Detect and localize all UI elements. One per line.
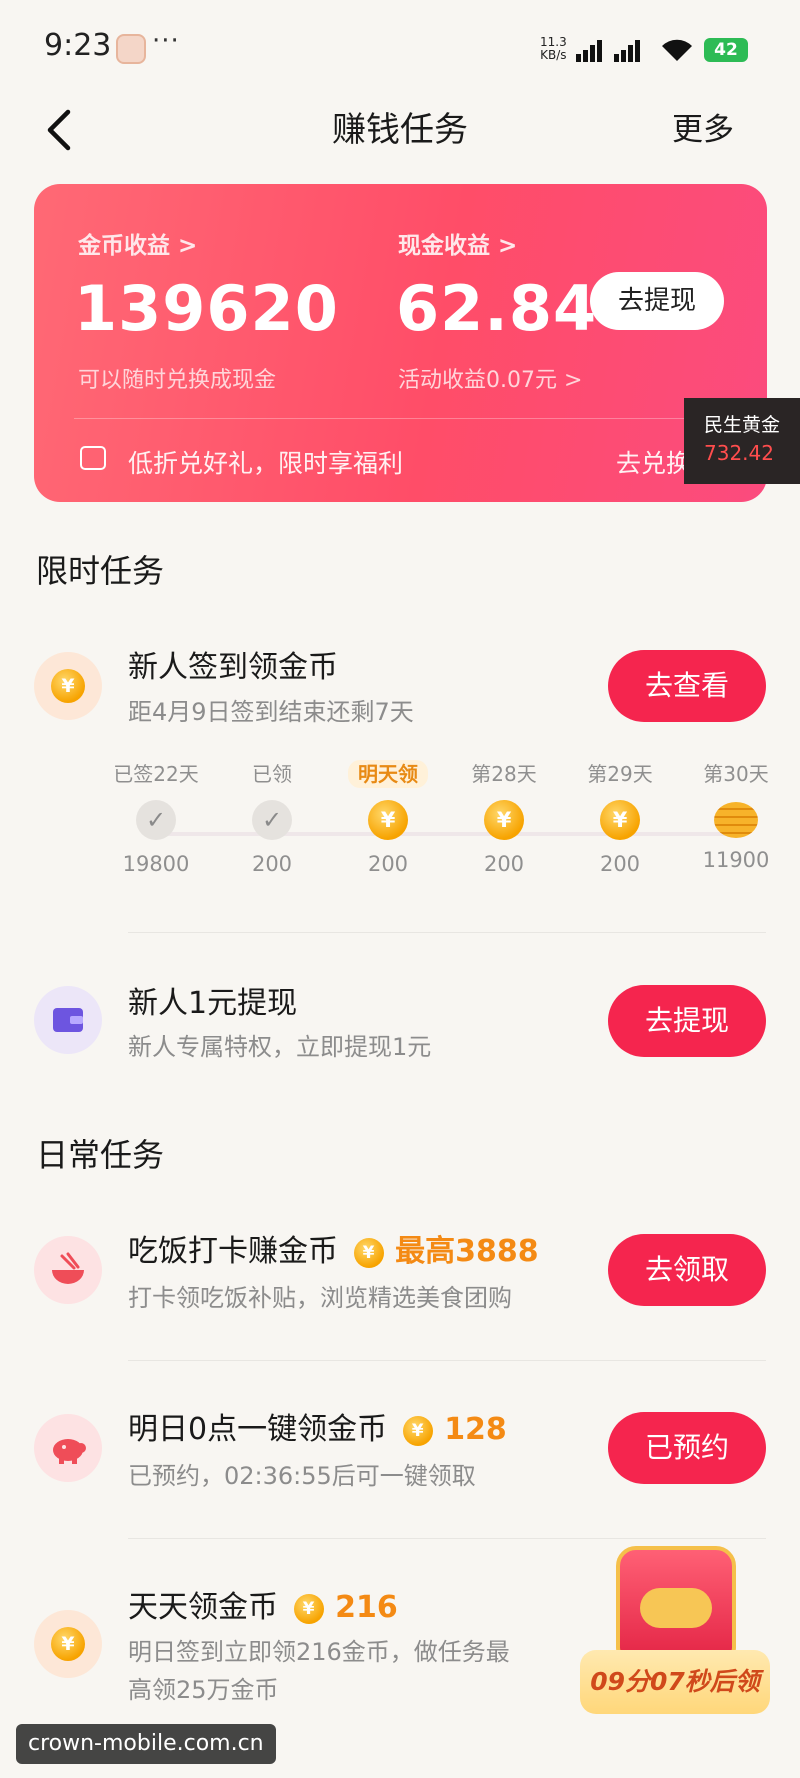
checkin-day-3: 明天领 ¥ 200 [328,760,448,876]
gold-value: 732.42 [704,441,774,465]
coin-stack-icon [714,802,758,838]
reserved-button[interactable]: 已预约 [608,1412,766,1484]
tomorrow-tag: 明天领 [348,760,428,788]
day-reward: 19800 [122,852,190,876]
daily-tasks-heading: 日常任务 [36,1136,165,1174]
day-reward: 11900 [702,848,770,872]
meal-task-title: 吃饭打卡赚金币 ¥ 最高3888 [128,1226,539,1270]
wifi-icon [662,39,692,61]
network-speed-unit: KB/s [540,48,567,62]
day-label: 已签22天 [113,762,199,786]
meal-task-icon [34,1236,102,1304]
coin-icon: ¥ [600,800,640,840]
treasure-chest-widget[interactable]: 09分07秒后领 [580,1546,770,1731]
coin-icon: ¥ [353,1238,384,1268]
signal-icon-2 [614,38,640,62]
card-divider [74,418,727,419]
day-label: 第28天 [471,762,537,786]
coin-icon: ¥ [368,800,408,840]
network-speed: 11.3 KB/s [540,36,567,62]
view-checkin-button[interactable]: 去查看 [608,650,766,722]
row-divider [128,1538,766,1539]
app-notification-icon [116,34,146,64]
activity-earnings-link[interactable]: 活动收益0.07元 > [398,362,582,394]
piggy-bank-icon [53,1439,86,1464]
watermark: crown-mobile.com.cn [16,1724,276,1764]
limited-tasks-heading: 限时任务 [36,552,165,590]
newbie-withdraw-button[interactable]: 去提现 [608,985,766,1057]
reserve-task-title: 明日0点一键领金币 ¥ 128 [128,1404,507,1448]
reserve-task-reward: 128 [444,1412,507,1447]
day-reward: 200 [483,852,525,876]
coin-icon: ¥ [402,1416,433,1446]
withdraw-button[interactable]: 去提现 [590,272,724,330]
wallet-icon [53,1008,83,1032]
promo-text: 低折兑好礼，限时享福利 [128,449,404,478]
treasure-chest-band [640,1588,712,1628]
newbie-withdraw-subtitle: 新人专属特权，立即提现1元 [128,1033,432,1061]
daily-coin-task-title: 天天领金币 ¥ 216 [128,1582,398,1626]
status-bar: 9:23 ··· 11.3 KB/s 42 [0,0,800,100]
meal-task-title-text: 吃饭打卡赚金币 [128,1234,338,1269]
more-button[interactable]: 更多 [672,104,734,156]
coin-icon: ¥ [51,1627,85,1661]
gold-price-widget[interactable]: 民生黄金 732.42 [684,398,800,484]
checkin-task-subtitle: 距4月9日签到结束还剩7天 [128,698,414,726]
status-time: 9:23 [44,28,112,63]
more-notifications-icon: ··· [152,26,180,56]
earnings-card: 金币收益 > 139620 可以随时兑换成现金 现金收益 > 62.84 活动收… [34,184,767,502]
meal-task-reward: 最高3888 [395,1234,539,1269]
checkin-task-icon: ¥ [34,652,102,720]
meal-task-subtitle: 打卡领吃饭补贴，浏览精选美食团购 [128,1284,512,1312]
checkin-day-5: 第29天 ¥ 200 [560,760,680,876]
exchange-button[interactable]: 去兑换 [616,444,691,480]
claim-button[interactable]: 去领取 [608,1234,766,1306]
cash-earnings-link[interactable]: 现金收益 > [398,226,517,260]
coin-icon: ¥ [293,1594,324,1624]
daily-coin-task-icon: ¥ [34,1610,102,1678]
day-reward: 200 [251,852,293,876]
day-reward: 200 [599,852,641,876]
cash-earnings-value: 62.84 [396,272,598,345]
reserve-task-subtitle: 已预约，02:36:55后可一键领取 [128,1462,476,1490]
checkin-day-2: 已领 ✓ 200 [212,760,332,876]
daily-coin-task-title-text: 天天领金币 [128,1590,278,1625]
checkin-day-1: 已签22天 ✓ 19800 [96,760,216,876]
coin-earnings-hint: 可以随时兑换成现金 [78,368,277,393]
battery-icon: 42 [704,38,748,62]
bowl-icon [52,1252,84,1284]
daily-coin-task-subtitle-1: 明日签到立即领216金币，做任务最 [128,1638,510,1666]
day-label: 第30天 [703,762,769,786]
wallet-task-icon [34,986,102,1054]
newbie-withdraw-title: 新人1元提现 [128,986,298,1021]
check-icon: ✓ [252,800,292,840]
row-divider [128,1360,766,1361]
coin-icon: ¥ [484,800,524,840]
check-icon: ✓ [136,800,176,840]
row-divider [128,932,766,933]
day-label: 第29天 [587,762,653,786]
checkin-day-6: 第30天 11900 [676,760,796,872]
coin-icon: ¥ [51,669,85,703]
checkin-day-4: 第28天 ¥ 200 [444,760,564,876]
checkin-task-title: 新人签到领金币 [128,650,338,685]
signal-icon [576,38,602,62]
gold-name: 民生黄金 [704,414,781,436]
coin-earnings-value: 139620 [74,272,339,345]
reserve-task-title-text: 明日0点一键领金币 [128,1412,388,1447]
daily-coin-task-subtitle-2: 高领25万金币 [128,1676,279,1704]
reserve-task-icon [34,1414,102,1482]
treasure-countdown: 09分07秒后领 [580,1650,770,1714]
gift-icon [80,446,106,470]
checkin-track: 已签22天 ✓ 19800 已领 ✓ 200 明天领 ¥ 200 第28天 ¥ … [108,760,788,880]
daily-coin-task-reward: 216 [335,1590,398,1625]
day-reward: 200 [367,852,409,876]
day-label: 已领 [252,762,292,786]
coin-earnings-link[interactable]: 金币收益 > [78,226,197,260]
